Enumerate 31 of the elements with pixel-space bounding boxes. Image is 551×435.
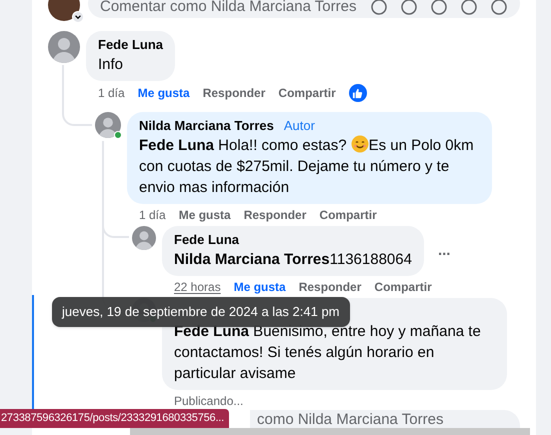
thread-line — [62, 65, 92, 126]
like-button[interactable]: Me gusta — [178, 207, 231, 223]
share-button[interactable]: Compartir — [278, 85, 336, 101]
author-role-label: Autor — [284, 118, 315, 134]
timestamp-link[interactable]: 22 horas — [174, 279, 221, 295]
share-button[interactable]: Compartir — [374, 279, 432, 295]
comment-field[interactable]: como Nilda Marciana Torres — [250, 410, 520, 428]
scrollbar[interactable] — [130, 428, 530, 435]
share-button[interactable]: Compartir — [319, 207, 377, 223]
like-button[interactable]: Me gusta — [138, 85, 190, 101]
tooltip: jueves, 19 de septiembre de 2024 a las 2:41 pm — [52, 297, 350, 327]
posting-status: Publicando... — [174, 393, 244, 409]
thumbs-up-icon[interactable] — [348, 84, 367, 102]
status-bar-url: 273387596326175/posts/2333291680335756... — [0, 409, 230, 428]
reply-button[interactable]: Responder — [244, 207, 306, 223]
mention-link[interactable]: Nilda Marciana Torres — [174, 251, 330, 268]
author-name[interactable]: Fede Luna — [174, 232, 240, 248]
reply-button[interactable]: Responder — [202, 85, 266, 101]
timestamp-link[interactable]: 1 día — [139, 207, 166, 223]
comment-text: Nilda Marciana Torres1136188064 — [174, 250, 412, 270]
mention-link[interactable]: Fede Luna — [139, 137, 214, 154]
like-button[interactable]: Me gusta — [234, 279, 286, 295]
reply-button[interactable]: Responder — [298, 279, 362, 295]
author-name[interactable]: Nilda Marciana Torres — [139, 118, 274, 134]
comment-text: Info — [98, 55, 124, 75]
chevron-icon[interactable] — [72, 11, 84, 23]
comment-text: Fede Luna Hola!! como estas? Es un Polo 0km con cuotas de $275mil. Dejame tu número y te envio mas información — [139, 135, 475, 198]
author-name[interactable]: Fede Luna — [98, 37, 164, 53]
timestamp-link[interactable]: 1 día — [98, 85, 125, 101]
comment-field[interactable]: Comentar como Nilda Marciana Torres — [88, 0, 520, 18]
more-button[interactable]: ... — [438, 240, 450, 262]
